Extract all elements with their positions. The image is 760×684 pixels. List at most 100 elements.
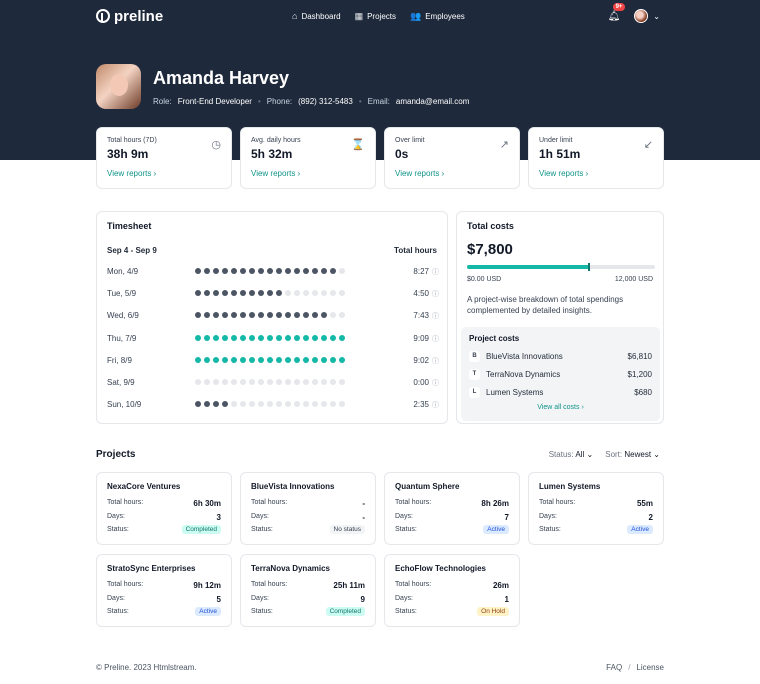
hours-value: 6h 30m (193, 499, 221, 508)
info-icon[interactable]: ⓘ (432, 334, 439, 344)
hour-dot (294, 312, 300, 318)
brand-logo[interactable]: preline (96, 8, 163, 25)
hour-dot (213, 379, 219, 385)
info-icon[interactable]: ⓘ (432, 289, 439, 299)
status-badge: No status (329, 525, 365, 534)
nav-link-dashboard[interactable]: ⌂ Dashboard (292, 11, 341, 21)
info-icon[interactable]: ⓘ (432, 400, 439, 410)
project-filters: Status: All ⌄ Sort: Newest ⌄ (549, 450, 660, 459)
faq-link[interactable]: FAQ (606, 663, 622, 672)
hours-dots (195, 268, 345, 274)
timesheet-hours: 4:50 (413, 289, 429, 298)
timesheet-day: Sat, 9/9 (107, 378, 135, 387)
hour-dot (312, 268, 318, 274)
costs-progress-bar (467, 263, 655, 271)
view-reports-link[interactable]: View reports › (251, 169, 300, 178)
hour-dot (339, 290, 345, 296)
project-card[interactable]: StratoSync Enterprises Total hours: 9h 12m… (96, 554, 232, 627)
view-reports-link[interactable]: View reports › (395, 169, 444, 178)
hour-dot (204, 268, 210, 274)
timesheet-row: Tue, 5/9 4:50 ⓘ (107, 288, 439, 300)
project-cost-row: B BlueVista Innovations $6,810 (469, 351, 652, 363)
hour-dot (276, 357, 282, 363)
project-card[interactable]: EchoFlow Technologies Total hours: 26m Days… (384, 554, 520, 627)
hour-dot (240, 401, 246, 407)
hour-dot (213, 335, 219, 341)
costs-progress-fill (467, 265, 590, 269)
project-badge: T (469, 369, 480, 380)
hour-dot (195, 268, 201, 274)
hour-dot (204, 379, 210, 385)
project-days-row: Days: 3 (107, 513, 221, 524)
hour-dot (267, 312, 273, 318)
project-card[interactable]: BlueVista Innovations Total hours: - Days: -… (240, 472, 376, 545)
status-label: Status: (107, 608, 129, 615)
project-card-title: TerraNova Dynamics (251, 564, 330, 573)
notifications-button[interactable]: 🔔︎ 9+ (608, 2, 626, 22)
nav-link-employees[interactable]: 👥 Employees (410, 11, 465, 22)
preline-logo-icon (96, 9, 110, 23)
status-label: Status: (251, 608, 273, 615)
hour-dot (240, 357, 246, 363)
hour-dot (294, 357, 300, 363)
role-label: Role: (153, 97, 172, 106)
hour-dot (276, 290, 282, 296)
sort-filter-value: Newest (624, 450, 652, 459)
stat-card-total-hours: Total hours (7D) 38h 9m ◷ View reports › (96, 127, 232, 189)
hour-dot (330, 268, 336, 274)
status-filter-label: Status: (548, 450, 574, 459)
timesheet-day: Thu, 7/9 (107, 334, 137, 343)
info-icon[interactable]: ⓘ (432, 378, 439, 388)
status-badge: Completed (325, 607, 365, 616)
info-icon[interactable]: ⓘ (432, 311, 439, 321)
hour-dot (213, 401, 219, 407)
phone-label: Phone: (266, 97, 293, 106)
stat-label: Avg. daily hours (251, 137, 301, 144)
view-all-costs-link[interactable]: View all costs › (461, 404, 660, 411)
hour-dot (339, 312, 345, 318)
project-card[interactable]: NexaCore Ventures Total hours: 6h 30m Days:… (96, 472, 232, 545)
hour-dot (339, 335, 345, 341)
hour-dot (240, 268, 246, 274)
project-card[interactable]: TerraNova Dynamics Total hours: 25h 11m Day… (240, 554, 376, 627)
project-name: Lumen Systems (486, 388, 544, 397)
info-icon[interactable]: ⓘ (432, 267, 439, 277)
sort-filter[interactable]: Sort: Newest ⌄ (605, 450, 660, 459)
view-reports-link[interactable]: View reports › (539, 169, 588, 178)
phone-value: (892) 312-5483 (298, 97, 353, 106)
user-menu-button[interactable]: ⌄ (634, 9, 660, 23)
link-label: View reports (251, 169, 296, 178)
link-label: View reports (107, 169, 152, 178)
footer-copyright: © Preline. 2023 Htmlstream. (96, 663, 197, 672)
arrow-down-left-circle-icon: ↙ (643, 139, 653, 151)
project-card[interactable]: Lumen Systems Total hours: 55m Days: 2 Status… (528, 472, 664, 545)
hour-dot (312, 335, 318, 341)
view-reports-link[interactable]: View reports › (107, 169, 156, 178)
separator-dot: • (358, 97, 362, 106)
hour-dot (240, 379, 246, 385)
nav-link-projects[interactable]: ▦ Projects (355, 11, 396, 22)
stat-value: 5h 32m (251, 147, 293, 161)
hour-dot (249, 290, 255, 296)
hour-dot (231, 401, 237, 407)
days-label: Days: (395, 513, 413, 520)
hour-dot (276, 335, 282, 341)
hour-dot (222, 312, 228, 318)
status-filter[interactable]: Status: All ⌄ (549, 450, 594, 459)
hour-dot (285, 335, 291, 341)
timesheet-day: Sun, 10/9 (107, 400, 142, 409)
license-link[interactable]: License (636, 663, 664, 672)
stat-value: 1h 51m (539, 147, 581, 161)
hour-dot (195, 312, 201, 318)
days-value: 1 (504, 595, 509, 604)
info-icon[interactable]: ⓘ (432, 356, 439, 366)
projects-title: Projects (96, 449, 136, 460)
hour-dot (285, 312, 291, 318)
status-badge: Active (627, 525, 653, 534)
sort-filter-label: Sort: (605, 450, 623, 459)
hour-dot (312, 357, 318, 363)
project-card[interactable]: Quantum Sphere Total hours: 8h 26m Days: 7 St… (384, 472, 520, 545)
timesheet-row: Sat, 9/9 0:00 ⓘ (107, 377, 439, 389)
hour-dot (321, 357, 327, 363)
hour-dot (339, 357, 345, 363)
